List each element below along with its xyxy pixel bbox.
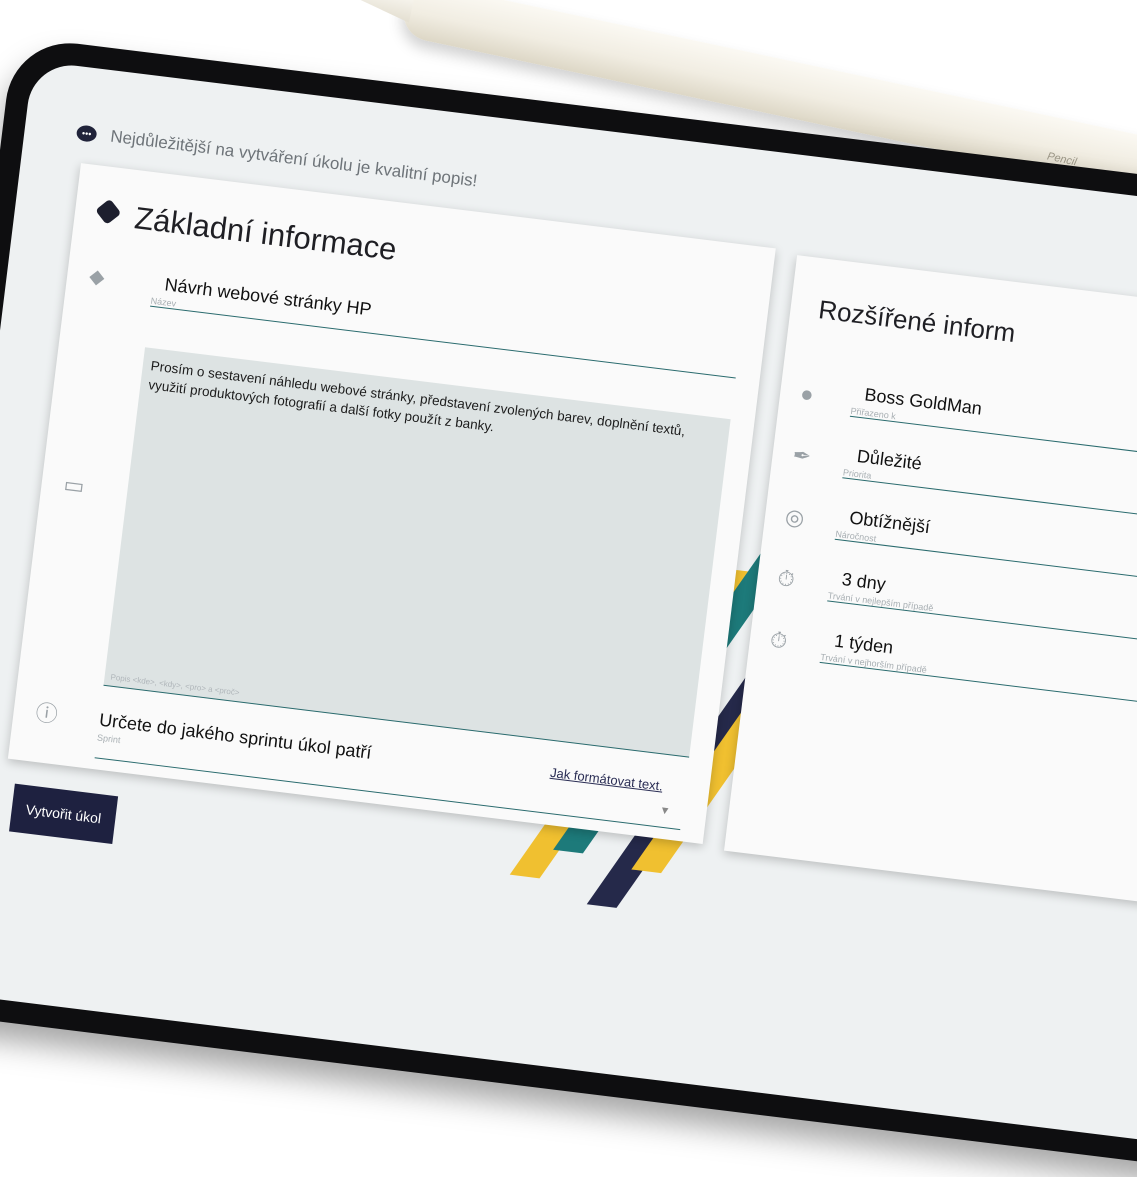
basic-info-card: Základní informace ⬥ Návrh webové stránk…: [7, 163, 776, 844]
extended-info-card: Rozšířené inform ● Boss GoldMan Přiřazen…: [724, 255, 1137, 914]
tablet-screen: ••• Nejdůležitější na vytváření úkolu je…: [0, 60, 1137, 1153]
basic-info-title: Základní informace: [132, 200, 399, 268]
description-textarea[interactable]: Prosím o sestavení náhledu webové stránk…: [103, 347, 731, 758]
create-task-button[interactable]: Vytvořit úkol: [9, 783, 118, 844]
gauge-icon: ◎: [783, 503, 806, 531]
comment-icon: ▭: [62, 471, 86, 499]
tablet-device: ••• Nejdůležitější na vytváření úkolu je…: [0, 36, 1137, 1177]
info-icon: ⓘ: [34, 699, 60, 728]
description-text: Prosím o sestavení náhledu webové stránk…: [147, 358, 687, 439]
pencil-tip: [350, 0, 415, 23]
chat-icon: •••: [75, 124, 98, 143]
stopwatch-icon: ⏱: [776, 565, 797, 593]
feather-icon: ✒: [791, 442, 813, 470]
tag-icon: ⬥: [87, 263, 107, 290]
extended-info-title: Rozšířené inform: [816, 294, 1018, 349]
box-icon: [95, 198, 122, 225]
stopwatch-icon: ⏱: [768, 626, 789, 654]
worst-duration-field[interactable]: 1 týden Trvání v nejhorším případě: [819, 629, 1137, 715]
description-label: Popis <kde>, <kdy>, <pro> a <proč>: [110, 672, 241, 698]
dropdown-arrow-icon: ▼: [658, 804, 672, 818]
name-value: Návrh webové stránky HP: [163, 274, 373, 320]
user-icon: ●: [798, 380, 816, 408]
